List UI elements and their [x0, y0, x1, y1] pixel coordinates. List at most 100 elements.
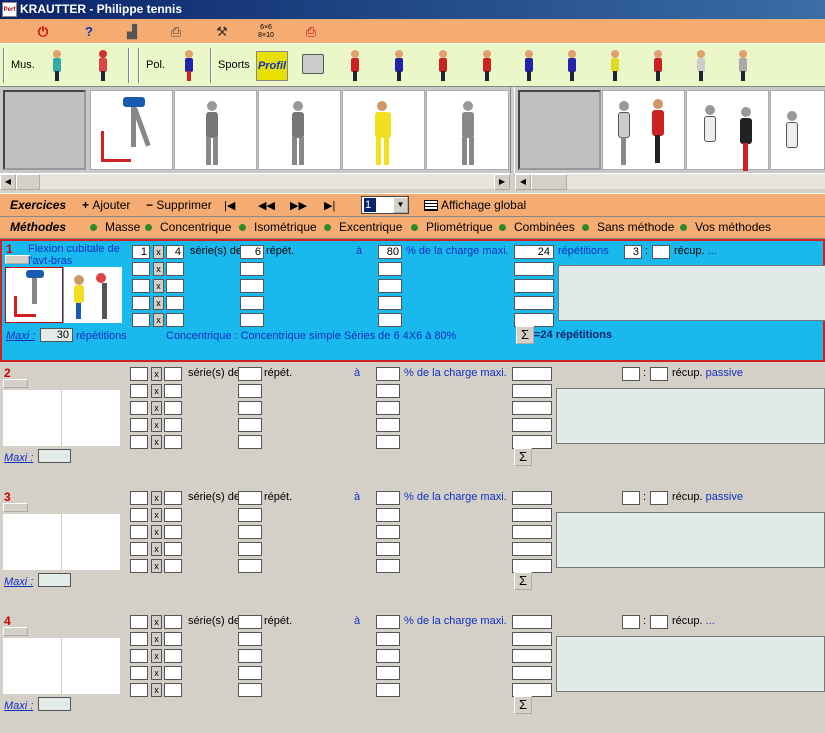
exercise-image-1[interactable] [3, 514, 61, 570]
gallery-image-throw[interactable] [174, 90, 257, 170]
gallery-slot-empty-2[interactable] [518, 90, 601, 170]
running-icon[interactable] [514, 48, 544, 82]
maxi-input[interactable] [38, 449, 71, 463]
method-vos-methodes[interactable]: Vos méthodes [680, 220, 771, 234]
charge-input[interactable] [378, 313, 402, 327]
exercise-row-2[interactable]: 2 x x x x x série(s) de répét. à % de la… [0, 363, 825, 485]
series-of-input[interactable] [164, 435, 182, 449]
exercise-image-1[interactable] [3, 390, 61, 446]
football-icon[interactable] [472, 48, 502, 82]
reps-input[interactable] [240, 262, 264, 276]
grid-6x6-icon[interactable]: 6×6 8×10 [256, 22, 276, 41]
charge-input[interactable] [376, 615, 400, 629]
scroll-right-icon[interactable]: ▶ [494, 174, 510, 190]
charge-input[interactable] [376, 666, 400, 680]
series-of-input[interactable] [166, 279, 184, 293]
series-count-input[interactable] [130, 542, 148, 556]
printer-icon[interactable]: ⎙ [166, 22, 186, 41]
series-count-input[interactable] [130, 367, 148, 381]
series-of-input[interactable] [166, 262, 184, 276]
gallery-scrollbar-left[interactable]: ◀ ▶ [0, 173, 510, 190]
notes-area[interactable] [556, 636, 825, 692]
method-concentrique[interactable]: Concentrique [145, 220, 231, 234]
series-count-input[interactable]: 1 [132, 245, 150, 259]
maxi-input[interactable] [38, 697, 71, 711]
power-icon[interactable]: ⏻ [33, 22, 53, 41]
row-selector[interactable] [5, 255, 30, 264]
gallery-image-ball-hold[interactable] [258, 90, 341, 170]
exercise-image-2[interactable] [62, 390, 120, 446]
exercise-image-2[interactable] [62, 638, 120, 694]
method-combinees[interactable]: Combinées [499, 220, 575, 234]
charge-input[interactable] [376, 367, 400, 381]
series-of-input[interactable] [164, 683, 182, 697]
reps-input[interactable] [238, 632, 262, 646]
stamp-icon[interactable]: ▟ [122, 22, 142, 41]
recup-seconds-input[interactable] [650, 615, 668, 629]
first-record-icon[interactable]: |◀ [224, 199, 235, 212]
muscle-front-icon[interactable] [42, 48, 72, 82]
add-button[interactable]: + Ajouter [82, 198, 130, 212]
exercise-row-4[interactable]: 4 x x x x x série(s) de répét. à % de la… [0, 611, 825, 733]
charge-input[interactable] [376, 683, 400, 697]
recup-seconds-input[interactable] [650, 367, 668, 381]
gallery-image-leg-exercise[interactable] [90, 90, 173, 170]
series-count-input[interactable] [130, 418, 148, 432]
muscle-back-icon[interactable] [88, 48, 118, 82]
charge-input[interactable] [378, 296, 402, 310]
chevron-down-icon[interactable]: ▼ [393, 197, 408, 213]
computer-icon[interactable] [298, 48, 328, 82]
reps-input[interactable] [238, 418, 262, 432]
exercise-row-1[interactable]: 1 Flexion cubitale de l'avt-bras 1 x x x… [0, 239, 825, 362]
tools-icon[interactable]: ⚒ [212, 22, 232, 41]
series-count-input[interactable] [130, 559, 148, 573]
reps-input[interactable] [238, 666, 262, 680]
gallery-image-jump[interactable] [602, 90, 685, 170]
printer-red-icon[interactable]: ⎙ [301, 22, 321, 41]
sum-button[interactable]: Σ [514, 448, 532, 466]
charge-input[interactable] [376, 418, 400, 432]
reps-input[interactable] [238, 435, 262, 449]
reps-input[interactable] [238, 367, 262, 381]
series-of-input[interactable] [164, 542, 182, 556]
series-of-input[interactable] [164, 491, 182, 505]
recup-input[interactable] [622, 367, 640, 381]
method-isometrique[interactable]: Isométrique [239, 220, 317, 234]
charge-input[interactable] [376, 401, 400, 415]
gallery-image-crouch[interactable] [770, 90, 825, 170]
last-record-icon[interactable]: ▶| [324, 199, 335, 212]
series-count-input[interactable] [132, 279, 150, 293]
charge-input[interactable] [376, 384, 400, 398]
series-count-input[interactable] [132, 313, 150, 327]
series-count-input[interactable] [130, 525, 148, 539]
row-selector[interactable] [3, 379, 28, 388]
recup-input[interactable] [622, 491, 640, 505]
handball-icon[interactable] [600, 48, 630, 82]
sum-button[interactable]: Σ [514, 696, 532, 714]
gallery-image-racket-swing[interactable] [426, 90, 509, 170]
row-selector[interactable] [3, 627, 28, 636]
charge-input[interactable] [376, 508, 400, 522]
method-pliometrique[interactable]: Pliométrique [411, 220, 493, 234]
global-view-button[interactable]: Affichage global [424, 198, 526, 212]
recup-input[interactable] [622, 615, 640, 629]
series-count-input[interactable] [130, 384, 148, 398]
reps-input[interactable] [238, 525, 262, 539]
remove-button[interactable]: − Supprimer [146, 198, 212, 212]
series-of-input[interactable] [164, 666, 182, 680]
series-of-input[interactable] [164, 649, 182, 663]
previous-record-icon[interactable]: ◀◀ [258, 199, 275, 212]
series-of-input[interactable] [166, 313, 184, 327]
reps-input[interactable]: 6 [240, 245, 264, 259]
martial-arts-icon[interactable] [728, 48, 758, 82]
series-of-input[interactable] [166, 296, 184, 310]
rugby-icon[interactable] [643, 48, 673, 82]
series-count-input[interactable] [130, 491, 148, 505]
reps-input[interactable] [238, 615, 262, 629]
charge-input[interactable] [378, 262, 402, 276]
series-count-input[interactable] [130, 649, 148, 663]
gallery-slot-empty[interactable] [3, 90, 86, 170]
series-count-input[interactable] [130, 632, 148, 646]
charge-input[interactable] [376, 542, 400, 556]
maxi-input[interactable] [38, 573, 71, 587]
